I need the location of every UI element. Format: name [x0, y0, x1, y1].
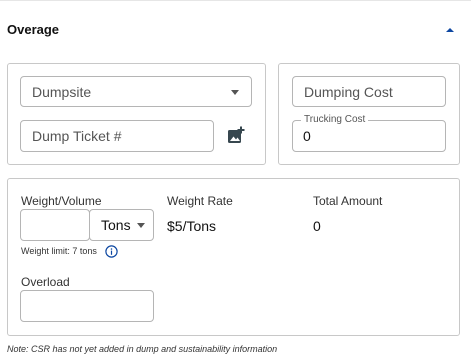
overload-label: Overload: [21, 275, 70, 289]
csr-note: Note: CSR has not yet added in dump and …: [7, 344, 278, 354]
total-amount-value: 0: [313, 218, 321, 234]
trucking-cost-label: Trucking Cost: [301, 114, 369, 126]
chevron-up-icon[interactable]: [442, 24, 458, 36]
dumping-cost-placeholder: Dumping Cost: [304, 83, 393, 100]
overload-input[interactable]: [20, 290, 154, 322]
unit-select-value: Tons: [101, 217, 131, 233]
weight-rate-label: Weight Rate: [167, 194, 233, 208]
chevron-down-icon: [137, 223, 145, 228]
top-divider: [0, 0, 471, 1]
weight-volume-label: Weight/Volume: [21, 194, 102, 208]
dumping-cost-input[interactable]: Dumping Cost: [292, 76, 446, 107]
section-title: Overage: [7, 22, 60, 37]
dump-ticket-placeholder: Dump Ticket #: [32, 128, 122, 144]
weight-volume-input[interactable]: [20, 209, 90, 241]
weight-rate-value: $5/Tons: [167, 218, 217, 234]
trucking-cost-value: 0: [303, 128, 311, 144]
dumpsite-select[interactable]: Dumpsite: [20, 76, 252, 107]
add-photo-icon[interactable]: [227, 126, 245, 144]
trucking-cost-input[interactable]: Trucking Cost 0: [292, 114, 446, 152]
chevron-down-icon: [231, 90, 239, 95]
total-amount-label: Total Amount: [313, 194, 383, 208]
dumpsite-placeholder: Dumpsite: [32, 83, 92, 100]
dump-ticket-input[interactable]: Dump Ticket #: [20, 120, 214, 152]
info-icon[interactable]: [105, 245, 118, 258]
weight-limit-text: Weight limit: 7 tons: [21, 246, 97, 256]
overage-panel: Overage Dumpsite Dump Ticket # Dumping C…: [0, 0, 471, 362]
unit-select[interactable]: Tons: [89, 209, 154, 241]
